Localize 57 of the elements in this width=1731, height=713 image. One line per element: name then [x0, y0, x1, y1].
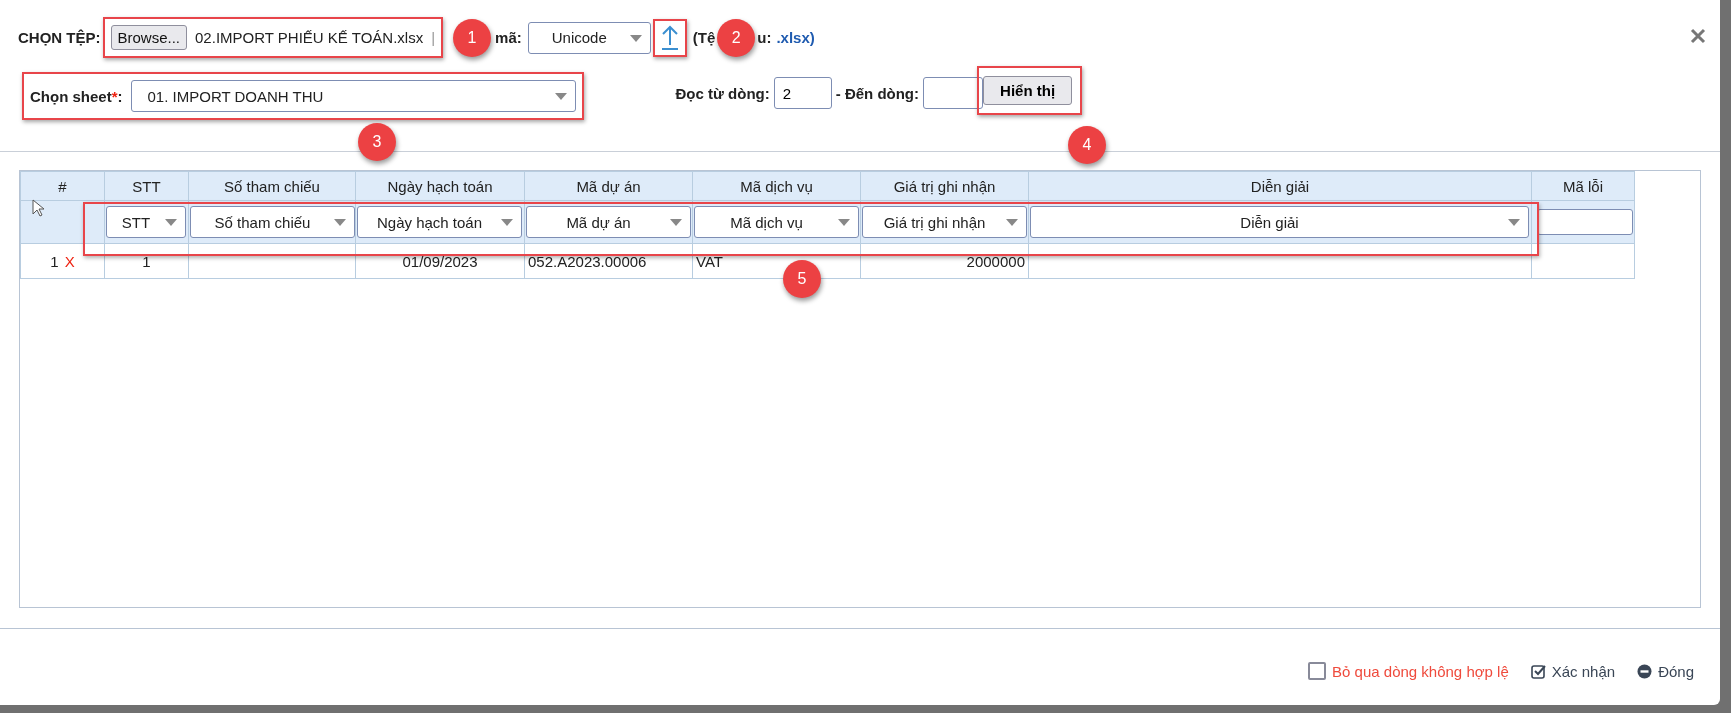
caret-icon — [838, 219, 850, 228]
encoding-label: mã: — [495, 29, 522, 46]
from-row-input[interactable]: 2 — [773, 77, 832, 109]
sheet-label: Chọn sheet*: — [30, 87, 123, 105]
select-field[interactable]: Ngày hạch toán — [357, 206, 522, 239]
column-header: Mã dự án — [524, 171, 693, 201]
minus-circle-icon — [1637, 663, 1653, 679]
select-field[interactable]: Diễn giải — [1030, 206, 1529, 239]
column-header: Ngày hạch toán — [355, 171, 525, 201]
separator: | — [431, 29, 436, 46]
select-field[interactable]: Mã dịch vụ — [694, 206, 859, 239]
caret-icon — [334, 219, 346, 228]
annotation-badge: 4 — [1068, 126, 1106, 164]
close-icon[interactable] — [1690, 28, 1706, 44]
close-button[interactable]: Đóng — [1637, 662, 1694, 680]
upload-icon[interactable] — [660, 24, 679, 51]
caret-icon — [1006, 219, 1018, 228]
check-square-icon — [1530, 663, 1546, 679]
mouse-cursor-icon — [32, 199, 44, 218]
to-row-input[interactable] — [923, 77, 984, 109]
to-row-label: - Đến dòng: — [835, 84, 920, 102]
select-field[interactable]: STT — [106, 206, 186, 239]
hint-text: u: — [757, 29, 772, 46]
select-field[interactable]: 01. IMPORT DOANH THU — [130, 80, 576, 112]
column-header: Mã lỗi — [1531, 171, 1635, 201]
caret-icon — [629, 34, 642, 43]
select-field[interactable]: Unicode — [527, 21, 651, 54]
delete-row-button[interactable]: X — [64, 252, 75, 270]
column-header: # — [20, 171, 105, 201]
annotation-badge: 2 — [717, 18, 756, 57]
caret-icon — [554, 93, 567, 101]
caret-icon — [670, 219, 682, 228]
annotation-badge: 5 — [783, 260, 821, 299]
column-header: Mã dịch vụ — [692, 171, 861, 201]
hint-text: (Tệ — [692, 29, 716, 46]
select-field[interactable]: Số tham chiếu — [190, 206, 355, 239]
column-header: STT — [104, 171, 189, 201]
select-field[interactable]: Giá trị ghi nhận — [862, 206, 1027, 239]
select-field[interactable]: Mã dự án — [526, 206, 691, 239]
column-header: Diễn giải — [1028, 171, 1532, 201]
from-row-label: Đọc từ dòng: — [675, 84, 770, 102]
confirm-button[interactable]: Xác nhận — [1530, 662, 1616, 680]
error-code-input[interactable] — [1537, 209, 1633, 236]
row-index-cell: 1 X — [20, 243, 105, 279]
annotation-badge: 1 — [453, 18, 492, 57]
caret-icon — [1508, 219, 1520, 228]
file-label: CHỌN TỆP: — [18, 29, 101, 46]
column-header: Giá trị ghi nhận — [860, 171, 1029, 201]
caret-icon — [501, 219, 513, 228]
file-extension: .xlsx) — [776, 29, 815, 46]
skip-invalid-checkbox[interactable]: Bỏ qua dòng không hợp lệ — [1308, 662, 1509, 681]
file-name: 02.IMPORT PHIẾU KẾ TOÁN.xlsx — [195, 29, 424, 46]
annotation-badge: 3 — [358, 123, 396, 161]
caret-icon — [165, 219, 177, 228]
show-button[interactable]: Hiển thị — [983, 75, 1073, 105]
column-header: Số tham chiếu — [188, 171, 356, 201]
browse-button[interactable]: Browse... — [110, 25, 188, 50]
